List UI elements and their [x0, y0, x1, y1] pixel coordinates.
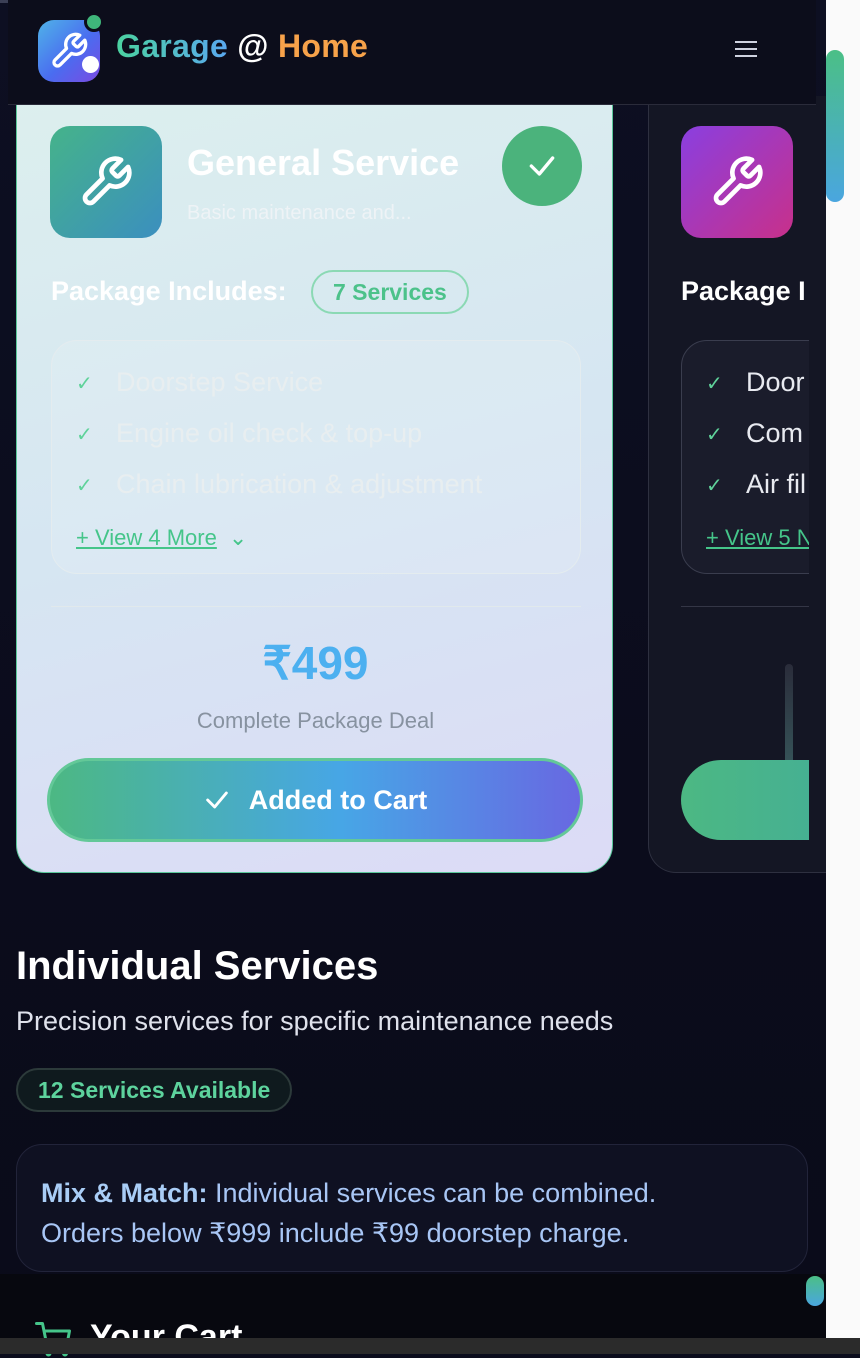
wrench-icon [82, 156, 132, 206]
add-to-cart-button[interactable] [681, 760, 809, 840]
list-item: ✓ Doorstep Service [76, 367, 324, 397]
button-label: Added to Cart [248, 784, 428, 815]
note-label: Mix & Match: [41, 1178, 208, 1208]
check-icon: ✓ [76, 424, 93, 447]
package-description: Basic maintenance and... [187, 202, 412, 224]
package-includes-label: Package I [681, 276, 806, 306]
list-item: ✓ Door [706, 367, 805, 397]
check-icon: ✓ [706, 424, 723, 447]
package-title: General Service [187, 142, 460, 183]
app-header: Garage @ Home [8, 0, 816, 105]
view-more-link[interactable]: + View 5 N [706, 525, 809, 551]
services-count-badge: 7 Services [311, 270, 469, 314]
divider [51, 606, 581, 607]
chevron-down-icon: ⌄ [228, 525, 248, 550]
logo-dot [82, 56, 99, 73]
check-icon [529, 156, 555, 176]
view-more-link[interactable]: + View 4 More ⌄ [76, 525, 247, 551]
section-title: Individual Services [16, 944, 379, 988]
check-icon [205, 791, 228, 809]
divider [681, 606, 809, 607]
section-subtitle: Precision services for specific maintena… [16, 1006, 614, 1036]
scrollbar-thumb[interactable] [826, 50, 844, 202]
note-text-line2: Orders below ₹999 include ₹99 doorstep c… [41, 1218, 630, 1248]
package-card-general-service[interactable]: General Service Basic maintenance and...… [16, 96, 613, 873]
package-card-2[interactable]: Package I ✓ Door ✓ Com ✓ Air fil + View 5 N [648, 96, 848, 873]
added-to-cart-button[interactable]: Added to Cart [47, 758, 583, 842]
brand-name[interactable]: Garage @ Home [116, 28, 368, 65]
includes-list: ✓ Door ✓ Com ✓ Air fil + View 5 N [681, 340, 809, 574]
check-icon: ✓ [706, 373, 723, 396]
package-price: ₹499 [262, 637, 369, 689]
hamburger-menu-icon[interactable] [732, 36, 760, 64]
wrench-icon [713, 156, 763, 206]
list-item: ✓ Com [706, 418, 804, 448]
list-item: ✓ Engine oil check & top-up [76, 418, 423, 448]
includes-list: ✓ Doorstep Service ✓ Engine oil check & to… [51, 340, 581, 574]
check-icon: ✓ [76, 475, 93, 498]
selected-check-button[interactable] [502, 126, 582, 206]
list-item: ✓ Air fil [706, 469, 806, 499]
bottom-edge [0, 1338, 860, 1354]
mix-match-note: Mix & Match: Individual services can be … [16, 1144, 808, 1272]
card-viewport: Package I ✓ Door ✓ Com ✓ Air fil + View 5 N [649, 96, 809, 872]
price-note: Complete Package Deal [196, 708, 435, 733]
package-icon [681, 126, 793, 238]
cart-scroll-thumb[interactable] [806, 1276, 824, 1306]
list-item: ✓ Chain lubrication & adjustment [76, 469, 483, 499]
services-available-badge: 12 Services Available [16, 1068, 293, 1112]
check-icon: ✓ [76, 373, 93, 396]
package-includes-label: Package Includes: [51, 276, 287, 306]
package-icon [50, 126, 162, 238]
check-icon: ✓ [706, 475, 723, 498]
note-text-line1: Individual services can be combined. [207, 1178, 657, 1208]
logo-status-dot [84, 12, 104, 32]
